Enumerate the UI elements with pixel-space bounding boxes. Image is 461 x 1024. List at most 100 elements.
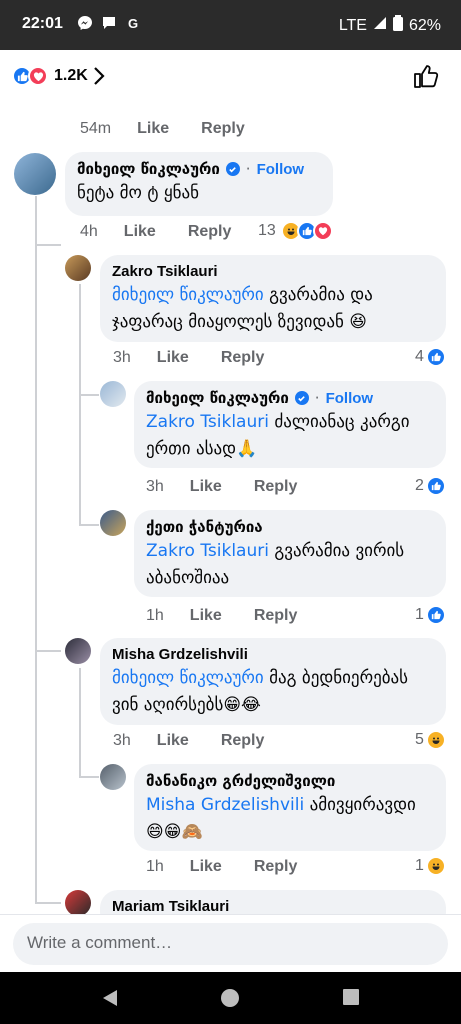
comment-reactions[interactable]: 1	[415, 856, 446, 876]
mention-link[interactable]: მიხეილ წიკლაური	[112, 668, 264, 688]
comment-author[interactable]: მანანიკო გრძელიშვილი	[146, 772, 434, 790]
avatar[interactable]	[100, 510, 126, 536]
comment-bubble: მიხეილ წიკლაური · Follow Zakro Tsiklauri…	[134, 381, 446, 468]
reply-button[interactable]: Reply	[188, 223, 232, 241]
verified-badge-icon	[294, 391, 309, 405]
like-reaction-icon	[425, 347, 446, 367]
google-icon: G	[127, 15, 139, 31]
reaction-count: 4	[415, 348, 424, 365]
like-button[interactable]: Like	[190, 607, 222, 625]
reply-button[interactable]: Reply	[201, 120, 245, 138]
like-button[interactable]: Like	[157, 349, 189, 367]
author-name[interactable]: მიხეილ წიკლაური	[77, 160, 220, 178]
comment-text: მიხეილ წიკლაური გვარამია და ჯაფარაც მიაყ…	[112, 282, 434, 336]
avatar[interactable]	[100, 381, 126, 407]
messenger-icon	[76, 14, 94, 32]
comment-text: Zakro Tsiklauri გვარამია ვირის აბანოშიაა	[146, 538, 434, 592]
reply-button[interactable]: Reply	[254, 607, 298, 625]
comment-reactions[interactable]: 13	[258, 221, 333, 241]
like-button[interactable]: Like	[124, 223, 156, 241]
author-name[interactable]: მიხეილ წიკლაური	[146, 389, 289, 407]
author-name[interactable]: Misha Grdzelishvili	[112, 646, 248, 663]
thread-line	[79, 668, 81, 776]
love-reaction-icon	[28, 66, 48, 86]
comment-actions: 3h Like Reply	[113, 349, 264, 367]
comment-time: 54m	[80, 120, 112, 137]
comment-text: Zakro Tsiklauri ძალიანაც კარგი ერთი ასად…	[146, 409, 434, 463]
author-name[interactable]: Mariam Tsiklauri	[112, 898, 229, 915]
comment-reactions[interactable]: 1	[415, 605, 446, 625]
comment-actions: 1h Like Reply	[146, 607, 297, 625]
comment-composer: Write a comment…	[0, 914, 461, 972]
thread-branch	[79, 776, 99, 778]
like-button[interactable]: Like	[190, 478, 222, 496]
follow-button[interactable]: Follow	[257, 161, 305, 178]
love-reaction-icon	[312, 221, 333, 241]
mention-link[interactable]: მიხეილ წიკლაური	[112, 285, 264, 305]
comment-time: 3h	[113, 349, 131, 366]
like-button[interactable]: Like	[137, 120, 169, 138]
thread-line	[79, 284, 81, 524]
chevron-right-icon[interactable]	[93, 66, 105, 90]
reaction-count: 1	[415, 857, 424, 874]
reaction-count: 5	[415, 731, 424, 748]
comment-author[interactable]: მიხეილ წიკლაური · Follow	[77, 160, 321, 178]
reaction-count[interactable]: 1.2K	[54, 67, 88, 85]
chat-icon	[100, 14, 118, 32]
comment-input[interactable]: Write a comment…	[13, 923, 448, 965]
comment-time: 3h	[146, 478, 164, 495]
comment-time: 3h	[113, 732, 131, 749]
like-button[interactable]: Like	[190, 858, 222, 876]
like-post-button[interactable]	[413, 63, 439, 93]
avatar[interactable]	[65, 890, 91, 916]
comment-reactions[interactable]: 5	[415, 730, 446, 750]
comment-text: Misha Grdzelishvili ამივყირავდი 😄😁🙈	[146, 792, 434, 846]
comment-time: 4h	[80, 223, 98, 240]
avatar[interactable]	[65, 638, 91, 664]
like-button[interactable]: Like	[157, 732, 189, 750]
reply-button[interactable]: Reply	[254, 858, 298, 876]
comment-author[interactable]: მიხეილ წიკლაური · Follow	[146, 389, 434, 407]
recents-icon[interactable]	[342, 988, 360, 1010]
mention-link[interactable]: Zakro Tsiklauri	[146, 541, 269, 561]
reply-button[interactable]: Reply	[221, 349, 265, 367]
follow-button[interactable]: Follow	[326, 390, 374, 407]
mention-link[interactable]: Misha Grdzelishvili	[146, 795, 304, 815]
avatar[interactable]	[100, 764, 126, 790]
prev-comment-actions: 54m Like Reply	[80, 120, 245, 138]
signal-icon	[373, 16, 387, 35]
author-name[interactable]: Zakro Tsiklauri	[112, 263, 218, 280]
mention-link[interactable]: Zakro Tsiklauri	[146, 412, 269, 432]
comment-actions: 3h Like Reply	[146, 478, 297, 496]
home-icon[interactable]	[220, 988, 240, 1012]
avatar[interactable]	[14, 153, 56, 195]
thread-branch	[79, 394, 99, 396]
comment-actions: 1h Like Reply	[146, 858, 297, 876]
verified-badge-icon	[225, 162, 240, 176]
comment-reactions[interactable]: 4	[415, 347, 446, 367]
avatar[interactable]	[65, 255, 91, 281]
back-icon[interactable]	[100, 988, 120, 1012]
haha-reaction-icon	[425, 730, 446, 750]
thread-line	[35, 196, 37, 904]
comment-author[interactable]: Mariam Tsiklauri	[112, 898, 434, 915]
reactions-header: 1.2K	[0, 50, 461, 104]
reaction-summary[interactable]	[12, 66, 48, 86]
author-name[interactable]: ქეთი ჭანტურია	[146, 518, 263, 536]
thread-branch	[79, 524, 99, 526]
thread-branch	[35, 244, 61, 246]
comment-actions: 4h Like Reply	[80, 223, 231, 241]
comment-bubble: ქეთი ჭანტურია Zakro Tsiklauri გვარამია ვ…	[134, 510, 446, 597]
comment-author[interactable]: ქეთი ჭანტურია	[146, 518, 434, 536]
author-name[interactable]: მანანიკო გრძელიშვილი	[146, 772, 335, 790]
comment-reactions[interactable]: 2	[415, 476, 446, 496]
comment-author[interactable]: Zakro Tsiklauri	[112, 263, 434, 280]
thread-branch	[35, 650, 61, 652]
navigation-bar	[0, 972, 461, 1024]
thread-branch	[35, 902, 61, 904]
reply-button[interactable]: Reply	[221, 732, 265, 750]
comment-text: მიხეილ წიკლაური მაგ ბედნიერებას ვინ აღირ…	[112, 665, 434, 719]
comment-author[interactable]: Misha Grdzelishvili	[112, 646, 434, 663]
reply-button[interactable]: Reply	[254, 478, 298, 496]
comment-time: 1h	[146, 858, 164, 875]
